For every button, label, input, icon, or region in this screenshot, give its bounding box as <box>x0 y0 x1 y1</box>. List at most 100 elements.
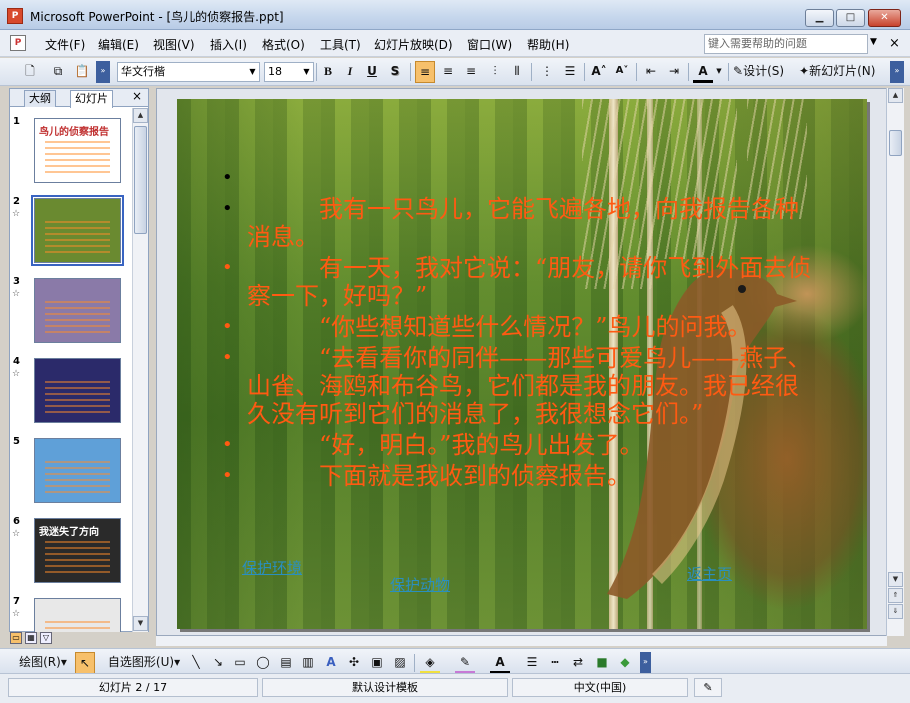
menu-help[interactable]: 帮助(H) <box>527 36 569 53</box>
scroll-up-icon[interactable]: ▲ <box>888 88 903 103</box>
slide-thumbnail[interactable] <box>34 598 121 632</box>
link-home[interactable]: 返主页 <box>687 563 732 584</box>
arrow-style-icon[interactable]: ⇄ <box>568 652 588 674</box>
scroll-down-icon[interactable]: ▼ <box>133 616 148 631</box>
align-center-icon[interactable]: ≡ <box>438 61 458 83</box>
clipart-icon[interactable]: ▣ <box>367 652 387 674</box>
slide-bullet[interactable]: • 有一天，我对它说：“朋友，请你飞到外面去侦察一下，好吗？” <box>222 254 822 310</box>
chevron-down-icon[interactable]: ▼ <box>246 63 259 81</box>
scroll-thumb[interactable] <box>134 126 147 234</box>
new-document-icon[interactable]: 🗋 <box>20 61 40 83</box>
chevron-down-icon[interactable]: ▼ <box>870 37 877 47</box>
slide-bullet[interactable]: • 下面就是我收到的侦察报告。 <box>222 462 822 490</box>
help-search-input[interactable]: 键入需要帮助的问题 <box>704 34 868 54</box>
link-protect-animals[interactable]: 保护动物 <box>390 574 450 595</box>
3d-style-icon[interactable]: ◆ <box>615 652 635 674</box>
slide-bullet[interactable]: • “你些想知道些什么情况？”鸟儿的问我。 <box>222 313 822 341</box>
line-style-icon[interactable]: ☰ <box>522 652 542 674</box>
normal-view-icon[interactable]: ▭ <box>10 632 22 644</box>
tab-slides[interactable]: 幻灯片 <box>70 90 113 108</box>
new-slide-button[interactable]: ✦新幻灯片(N) <box>799 61 887 83</box>
font-size-select[interactable]: 18 ▼ <box>264 62 314 82</box>
slide-text-body[interactable]: • • 我有一只鸟儿，它能飞遍各地，向我报告各种消息。 • 有一天，我对它说：“朋友… <box>222 164 822 493</box>
slide-thumbnail[interactable]: 我迷失了方向 <box>34 518 121 583</box>
menu-window[interactable]: 窗口(W) <box>467 36 512 53</box>
align-left-icon[interactable]: ≡ <box>415 61 435 83</box>
slide-thumbnail[interactable] <box>34 358 121 423</box>
horizontal-scrollbar[interactable] <box>156 636 887 646</box>
underline-button[interactable]: U <box>362 61 382 83</box>
menu-file[interactable]: 文件(F) <box>45 36 85 53</box>
rectangle-icon[interactable]: ▭ <box>230 652 250 674</box>
ellipse-icon[interactable]: ◯ <box>253 652 273 674</box>
spelling-icon[interactable]: ✎ <box>694 678 722 697</box>
bold-button[interactable]: B <box>318 61 338 83</box>
close-button[interactable]: ✕ <box>868 9 901 27</box>
increase-font-icon[interactable]: A˄ <box>589 61 609 83</box>
scroll-down-icon[interactable]: ▼ <box>888 572 903 587</box>
autoshapes-button[interactable]: 自选图形(U)▾ <box>104 652 184 674</box>
distribute-icon[interactable]: ⫴ <box>507 61 527 83</box>
chevron-down-icon[interactable]: ▼ <box>714 61 724 83</box>
dash-style-icon[interactable]: ┅ <box>545 652 565 674</box>
align-right-icon[interactable]: ≡ <box>461 61 481 83</box>
paste-icon[interactable]: 📋 <box>72 61 92 83</box>
slide-thumbnail[interactable] <box>31 195 124 266</box>
slide-bullet[interactable]: • “好，明白。”我的鸟儿出发了。 <box>222 431 822 459</box>
shadow-style-icon[interactable]: ■ <box>592 652 612 674</box>
italic-button[interactable]: I <box>340 61 360 83</box>
slide-thumbnail[interactable]: 鸟儿的侦察报告 <box>34 118 121 183</box>
line-color-icon[interactable]: ✎ <box>455 652 475 674</box>
slide-bullet[interactable]: • 我有一只鸟儿，它能飞遍各地，向我报告各种消息。 <box>222 195 822 251</box>
slideshow-icon[interactable]: ▽ <box>40 632 52 644</box>
arrow-icon[interactable]: ↘ <box>208 652 228 674</box>
thumbnail-scrollbar[interactable]: ▲ ▼ <box>132 108 148 632</box>
diagram-icon[interactable]: ✣ <box>344 652 364 674</box>
slide-thumbnail[interactable] <box>34 438 121 503</box>
previous-slide-icon[interactable]: ⇑ <box>888 588 903 603</box>
slide-canvas[interactable]: • • 我有一只鸟儿，它能飞遍各地，向我报告各种消息。 • 有一天，我对它说：“朋友… <box>177 99 867 629</box>
decrease-indent-icon[interactable]: ⇤ <box>641 61 661 83</box>
menu-format[interactable]: 格式(O) <box>262 36 305 53</box>
link-protect-environment[interactable]: 保护环境 <box>242 557 302 578</box>
minimize-button[interactable]: ▁ <box>805 9 834 27</box>
slide-bullet[interactable]: • <box>222 164 822 192</box>
template-name[interactable]: 默认设计模板 <box>262 678 508 697</box>
font-color-button[interactable]: A <box>693 61 713 83</box>
fill-color-icon[interactable]: ◈ <box>420 652 440 674</box>
menu-insert[interactable]: 插入(I) <box>210 36 247 53</box>
toolbar-options-icon[interactable]: » <box>890 61 904 83</box>
increase-indent-icon[interactable]: ⇥ <box>664 61 684 83</box>
textbox-icon[interactable]: ▤ <box>276 652 296 674</box>
text-direction-icon[interactable]: ⫶ <box>485 61 505 83</box>
slide-sorter-icon[interactable]: ▦ <box>25 632 37 644</box>
toolbar-options-icon[interactable]: » <box>96 61 110 83</box>
vertical-textbox-icon[interactable]: ▥ <box>298 652 318 674</box>
wordart-icon[interactable]: A <box>321 652 341 674</box>
tab-outline[interactable]: 大纲 <box>24 90 56 107</box>
font-color-icon[interactable]: A <box>490 652 510 674</box>
chevron-down-icon[interactable]: ▼ <box>300 63 313 81</box>
menu-slideshow[interactable]: 幻灯片放映(D) <box>374 36 453 53</box>
close-document-icon[interactable]: × <box>889 36 900 51</box>
menu-edit[interactable]: 编辑(E) <box>98 36 139 53</box>
maximize-button[interactable]: □ <box>836 9 865 27</box>
close-icon[interactable]: × <box>132 89 142 103</box>
numbered-list-icon[interactable]: ⋮ <box>537 61 557 83</box>
shadow-button[interactable]: S <box>385 61 405 83</box>
copy-icon[interactable]: ⧉ <box>48 61 68 83</box>
slide-scrollbar[interactable]: ▲ ▼ ⇑ ⇓ <box>886 88 904 636</box>
select-pointer-icon[interactable]: ↖ <box>75 652 95 674</box>
design-button[interactable]: ✎设计(S) <box>733 61 795 83</box>
font-name-select[interactable]: 华文行楷 ▼ <box>117 62 260 82</box>
powerpoint-icon[interactable]: P <box>7 8 23 24</box>
decrease-font-icon[interactable]: A˅ <box>612 61 632 83</box>
bullet-list-icon[interactable]: ☰ <box>560 61 580 83</box>
toolbar-options-icon[interactable]: » <box>640 652 651 674</box>
line-icon[interactable]: ╲ <box>186 652 206 674</box>
slide-bullet[interactable]: • “去看看你的同伴——那些可爱鸟儿——燕子、山雀、海鸥和布谷鸟，它们都是我的朋… <box>222 344 822 428</box>
menu-view[interactable]: 视图(V) <box>153 36 195 53</box>
menu-tools[interactable]: 工具(T) <box>320 36 361 53</box>
document-icon[interactable]: P <box>10 35 26 51</box>
slide-thumbnail[interactable] <box>34 278 121 343</box>
